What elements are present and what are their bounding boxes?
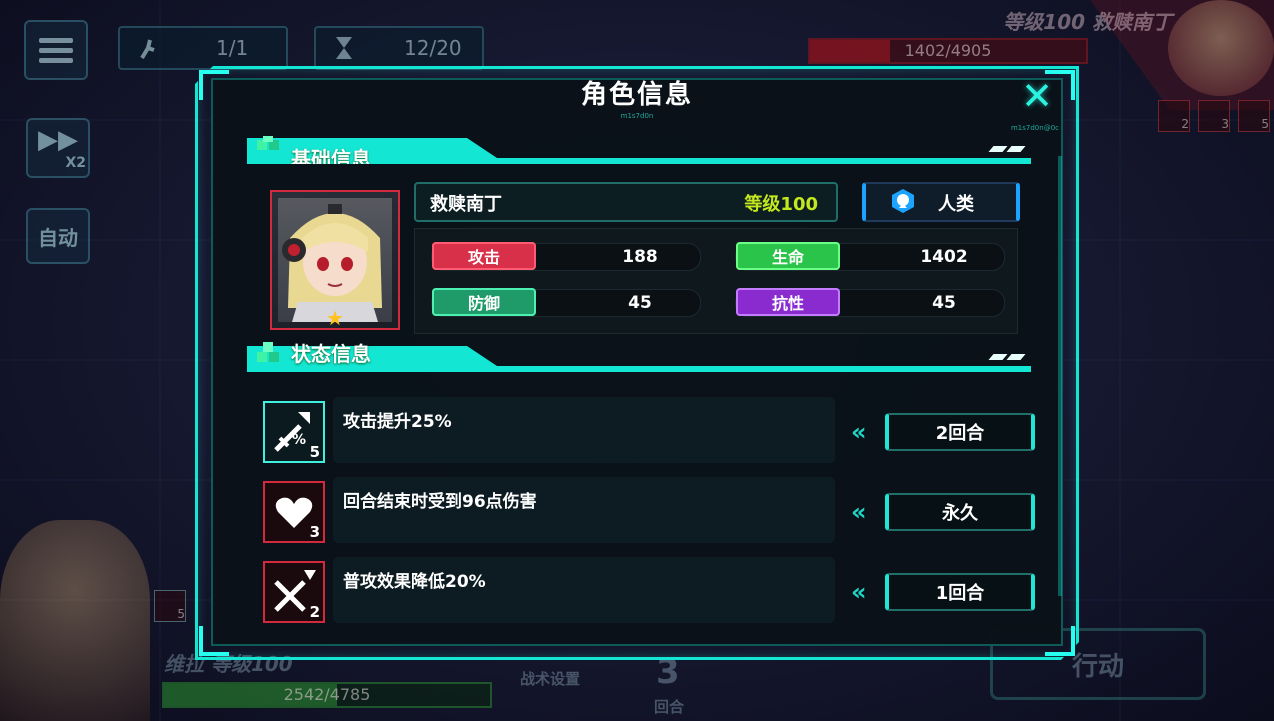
menu-icon — [39, 38, 73, 63]
hourglass-icon — [328, 32, 360, 64]
basic-info-header: 基础信息 — [247, 136, 1031, 164]
header-tab — [247, 346, 497, 366]
dialog-corner-deco: m1s7d0n@0c — [1010, 124, 1059, 132]
fast-forward-icon: ▶▶ — [38, 125, 78, 155]
character-level: 等级100 — [744, 194, 818, 215]
unit-count-text: 1/1 — [216, 36, 249, 60]
tactics-button[interactable]: 战术设置 — [520, 668, 580, 689]
ally-hp-bar: 2542/4785 — [162, 682, 492, 708]
human-race-icon — [892, 189, 914, 213]
status-description-box: 普攻效果降低20% — [333, 557, 835, 623]
stat-attack: 攻击 188 — [431, 242, 701, 271]
turn-counter: 12/20 — [314, 26, 484, 70]
stat-defense: 防御 45 — [431, 288, 701, 317]
header-dashes — [988, 146, 1026, 152]
ally-hp-text: 2542/4785 — [283, 685, 371, 704]
portrait-image — [278, 198, 392, 322]
close-icon: ✕ — [1021, 74, 1053, 118]
status-duration: 2回合 — [885, 413, 1035, 451]
ally-character[interactable] — [0, 520, 150, 721]
enemy-buff-2[interactable]: 3 — [1198, 100, 1230, 132]
race-label: 人类 — [938, 194, 974, 215]
enemy-buff-1[interactable]: 2 — [1158, 100, 1190, 132]
enemy-name-level: 等级100 救赎南丁 — [1003, 10, 1172, 34]
stack-count: 3 — [309, 523, 320, 541]
ally-buff-1[interactable]: 5 — [154, 590, 186, 622]
auto-button[interactable]: 自动 — [26, 208, 90, 264]
frame-corner — [1045, 626, 1075, 656]
menu-button[interactable] — [24, 20, 88, 80]
status-info-title: 状态信息 — [291, 342, 371, 366]
stat-attack-value: 188 — [622, 247, 658, 267]
stat-hp: 生命 1402 — [735, 242, 1005, 271]
status-info-header: 状态信息 — [247, 342, 1031, 372]
round-label: 回合 — [654, 698, 685, 716]
status-description-box: 攻击提升25% — [333, 397, 835, 463]
character-name: 救赎南丁 — [430, 194, 502, 215]
status-item[interactable]: 3 回合结束时受到96点伤害 « 永久 — [263, 477, 1035, 543]
basic-info-title: 基础信息 — [291, 147, 371, 164]
stack-count: 5 — [309, 443, 320, 461]
enemy-hp-bar: 1402/4905 — [808, 38, 1088, 64]
character-info-dialog: 角色信息 m1s7d0n m1s7d0n@0c ✕ 基础信息 ★ 救赎南丁 等级… — [195, 66, 1079, 660]
status-description-box: 回合结束时受到96点伤害 — [333, 477, 835, 543]
cubes-icon — [257, 136, 279, 150]
character-portrait: ★ — [270, 190, 400, 330]
stat-attack-label: 攻击 — [432, 242, 536, 270]
stat-hp-value: 1402 — [920, 247, 968, 267]
sword-up-icon: % 5 — [263, 401, 325, 463]
status-description: 普攻效果降低20% — [343, 572, 486, 592]
enemy-avatar[interactable] — [1168, 0, 1274, 96]
stat-resistance-value: 45 — [932, 293, 956, 313]
stat-hp-label: 生命 — [736, 242, 840, 270]
stat-resistance: 抗性 45 — [735, 288, 1005, 317]
runner-icon — [132, 32, 164, 64]
dialog-title: 角色信息 — [580, 80, 693, 110]
close-button[interactable]: ✕ — [1015, 74, 1059, 118]
stats-panel: 攻击 188 生命 1402 防御 45 抗性 45 — [414, 228, 1018, 334]
frame-corner — [199, 626, 229, 656]
stat-defense-value: 45 — [628, 293, 652, 313]
stack-count: 2 — [309, 603, 320, 621]
status-item[interactable]: 2 普攻效果降低20% « 1回合 — [263, 557, 1035, 623]
header-dashes — [988, 354, 1026, 360]
header-tab — [247, 138, 497, 158]
status-description: 回合结束时受到96点伤害 — [343, 492, 537, 512]
double-chevron-left-icon: « — [851, 418, 866, 446]
character-face — [282, 204, 382, 322]
crossed-swords-down-icon: 2 — [263, 561, 325, 623]
double-chevron-left-icon: « — [851, 578, 866, 606]
turn-count-text: 12/20 — [404, 36, 462, 60]
speed-label: X2 — [65, 155, 86, 171]
svg-text:%: % — [292, 432, 306, 448]
enemy-hp-text: 1402/4905 — [904, 41, 992, 60]
status-duration: 永久 — [885, 493, 1035, 531]
race-badge[interactable]: 人类 — [862, 182, 1020, 222]
status-item[interactable]: % 5 攻击提升25% « 2回合 — [263, 397, 1035, 463]
name-level-bar: 救赎南丁 等级100 — [414, 182, 838, 222]
cubes-icon — [257, 342, 279, 362]
unit-counter: 1/1 — [118, 26, 288, 70]
stat-resistance-label: 抗性 — [736, 288, 840, 316]
stat-defense-label: 防御 — [432, 288, 536, 316]
double-chevron-left-icon: « — [851, 498, 866, 526]
scroll-track[interactable] — [1058, 156, 1062, 596]
enemy-buff-3[interactable]: 5 — [1238, 100, 1270, 132]
speed-button[interactable]: ▶▶ X2 — [26, 118, 90, 178]
status-duration: 1回合 — [885, 573, 1035, 611]
heart-icon: 3 — [263, 481, 325, 543]
star-icon: ★ — [326, 306, 344, 330]
status-description: 攻击提升25% — [343, 412, 452, 432]
dialog-title-deco: m1s7d0n — [620, 112, 654, 120]
